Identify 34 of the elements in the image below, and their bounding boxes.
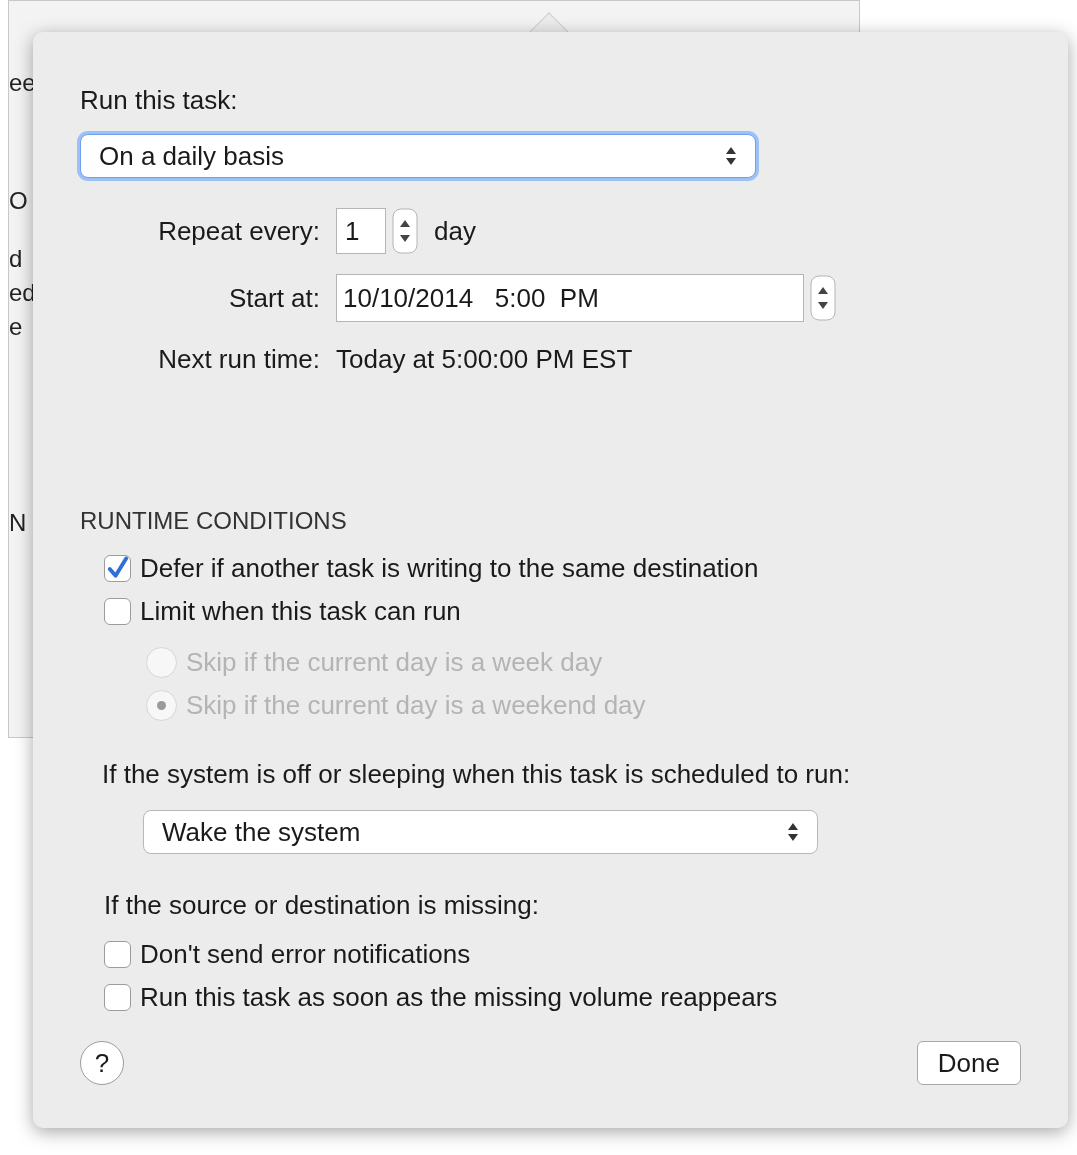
field-label: Next run time:	[157, 343, 320, 376]
next-run-value: Today at 5:00:00 PM EST	[336, 343, 634, 376]
window-text: N	[9, 509, 27, 537]
start-date-input[interactable]: 10/10/2014 5:00 PM	[336, 274, 804, 322]
repeat-input[interactable]: 1	[336, 208, 386, 254]
checkbox[interactable]	[104, 984, 131, 1011]
option-label: Skip if the current day is a weekend day	[186, 689, 646, 722]
updown-arrows-icon	[725, 145, 737, 167]
done-button[interactable]: Done	[916, 1041, 1021, 1085]
unit-label: day	[434, 214, 476, 248]
section-label: If the source or destination is missing:	[103, 889, 540, 922]
window-text: e	[9, 313, 23, 341]
option-label: Run this task as soon as the missing volume reappears	[140, 981, 778, 1014]
section-heading: RUNTIME CONDITIONS	[80, 506, 348, 536]
checkbox[interactable]	[104, 598, 131, 625]
field-label: Start at:	[227, 281, 320, 315]
checkbox[interactable]	[104, 555, 131, 582]
updown-arrows-icon	[787, 821, 799, 843]
stepper-control[interactable]	[392, 208, 418, 254]
section-label: If the system is off or sleeping when this task is scheduled to run:	[101, 758, 852, 791]
window-text: ee	[9, 69, 36, 97]
option-label: Limit when this task can run	[140, 595, 461, 628]
sleep-dropdown[interactable]: Wake the system	[143, 810, 818, 854]
checkbox[interactable]	[104, 941, 131, 968]
stepper-control[interactable]	[810, 275, 836, 321]
option-label: Defer if another task is writing to the same destination	[140, 552, 759, 585]
window-text: d	[9, 245, 23, 273]
option-label: Don't send error notifications	[140, 938, 471, 971]
field-label: Run this task:	[80, 84, 239, 116]
schedule-dropdown[interactable]: On a daily basis	[80, 134, 756, 178]
help-button[interactable]: ?	[80, 1041, 124, 1085]
window-text: O	[9, 187, 28, 215]
option-label: Skip if the current day is a week day	[186, 646, 603, 679]
field-label: Repeat every:	[157, 214, 320, 248]
